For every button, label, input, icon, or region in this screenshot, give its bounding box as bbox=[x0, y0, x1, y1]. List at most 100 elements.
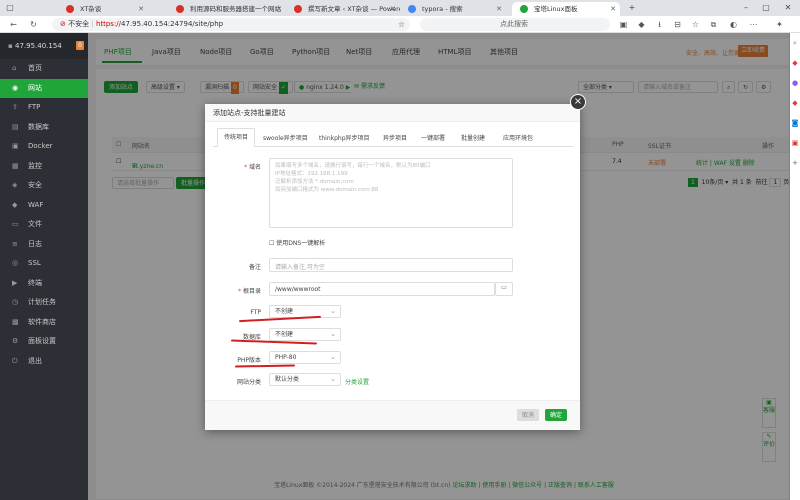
browser-tab-2[interactable]: 利用源码和服务器搭建一个网站 ✕ bbox=[168, 2, 286, 16]
favorite-star-icon[interactable]: ☆ bbox=[396, 19, 407, 30]
sidebar-item-security[interactable]: ◈ 安全 bbox=[0, 176, 88, 196]
browser-tab-3[interactable]: 撰写新文章 ‹ XT杂谈 — Powered ✕ bbox=[286, 2, 400, 16]
sidebar-item-database[interactable]: ▤ 数据库 bbox=[0, 118, 88, 138]
php-version-select[interactable]: PHP-80 ⌄ bbox=[269, 351, 341, 364]
docker-icon: ▣ bbox=[12, 142, 19, 150]
tab-close-icon[interactable]: ✕ bbox=[390, 2, 396, 16]
side-games-icon[interactable]: ◆ bbox=[790, 93, 800, 113]
dialog-tabs: 传统项目 swoole异步项目 thinkphp异步项目 异步项目 一键部署 批… bbox=[213, 128, 573, 147]
profile-icon[interactable]: ◐ bbox=[728, 19, 739, 30]
sidebar-item-logout[interactable]: ⏻ 退出 bbox=[0, 352, 88, 372]
annotation-underline bbox=[234, 364, 296, 368]
tab-close-icon[interactable]: ✕ bbox=[138, 2, 144, 16]
sidebar-item-ftp[interactable]: ⇪ FTP bbox=[0, 98, 88, 118]
confirm-button[interactable]: 确定 bbox=[545, 409, 568, 421]
extension-icon[interactable]: ◆ bbox=[636, 19, 647, 30]
category-settings-link[interactable]: 分类设置 bbox=[345, 377, 369, 386]
tab-close-icon[interactable]: ✕ bbox=[276, 2, 282, 16]
tab-favicon-icon bbox=[408, 5, 416, 13]
collections-icon[interactable]: ⧉ bbox=[708, 19, 719, 30]
side-shopping-icon[interactable]: ● bbox=[790, 73, 800, 93]
tab-close-icon[interactable]: ✕ bbox=[610, 2, 616, 16]
sidebar-item-label: WAF bbox=[28, 200, 44, 209]
minimize-icon[interactable]: – bbox=[740, 2, 752, 14]
browser-tab-4[interactable]: typora - 搜索 ✕ bbox=[400, 2, 506, 16]
sidebar-item-docker[interactable]: ▣ Docker bbox=[0, 137, 88, 157]
tab-app-env[interactable]: 应用环境包 bbox=[503, 133, 533, 142]
tab-swoole[interactable]: swoole异步项目 bbox=[263, 133, 308, 142]
notice-badge[interactable]: 0 bbox=[76, 41, 84, 50]
folder-icon: ▭ bbox=[12, 220, 19, 228]
ssl-icon: ◎ bbox=[12, 259, 19, 267]
tab-traditional[interactable]: 传统项目 bbox=[217, 128, 256, 147]
category-label: 网站分类 bbox=[236, 379, 261, 386]
add-site-dialog: 添加站点-支持批量建站 传统项目 swoole异步项目 thinkphp异步项目… bbox=[205, 104, 580, 430]
ftp-icon: ⇪ bbox=[12, 103, 18, 111]
log-icon: ≡ bbox=[12, 239, 18, 248]
sidebar-item-website[interactable]: ◉ 网站 bbox=[0, 78, 88, 98]
tab-close-icon[interactable]: ✕ bbox=[496, 2, 502, 16]
sidebar-item-settings[interactable]: ⚙ 面板设置 bbox=[0, 332, 88, 352]
sidebar-item-store[interactable]: ▩ 软件商店 bbox=[0, 313, 88, 333]
sidebar-item-monitor[interactable]: ▦ 监控 bbox=[0, 157, 88, 177]
sidebar-item-waf[interactable]: ◆ WAF bbox=[0, 196, 88, 216]
split-icon[interactable]: ⊟ bbox=[672, 19, 683, 30]
tab-favicon-icon bbox=[520, 5, 528, 13]
window-menu-icon[interactable]: ▢ bbox=[4, 2, 16, 14]
back-icon[interactable]: ← bbox=[8, 19, 19, 30]
category-value: 默认分类 bbox=[275, 376, 300, 383]
copilot-icon[interactable]: ✦ bbox=[774, 19, 785, 30]
tab-favicon-icon bbox=[294, 5, 302, 13]
database-select[interactable]: 不创建 ⌄ bbox=[269, 328, 341, 341]
download-icon[interactable]: ⭳ bbox=[654, 19, 665, 30]
insecure-warning-icon: ⊘ bbox=[60, 20, 66, 28]
sidebar-item-files[interactable]: ▭ 文件 bbox=[0, 215, 88, 235]
side-outlook-icon[interactable]: ◙ bbox=[790, 113, 800, 133]
refresh-icon[interactable]: ↻ bbox=[28, 19, 39, 30]
reader-icon[interactable]: ▣ bbox=[618, 19, 629, 30]
domain-label-text: 域名 bbox=[248, 164, 261, 171]
side-tools-icon[interactable]: ◆ bbox=[790, 53, 800, 73]
more-icon[interactable]: ⋯ bbox=[748, 19, 759, 30]
maximize-icon[interactable]: ▢ bbox=[760, 2, 772, 14]
database-icon: ▤ bbox=[12, 122, 19, 131]
browser-tab-1[interactable]: XT杂谈 ✕ bbox=[58, 2, 148, 16]
tab-thinkphp[interactable]: thinkphp异步项目 bbox=[319, 133, 370, 142]
sidebar-item-home[interactable]: ⌂ 首页 bbox=[0, 59, 88, 79]
new-tab-icon[interactable]: + bbox=[626, 2, 638, 14]
tab-label: typora - 搜索 bbox=[422, 5, 463, 13]
sidebar-item-label: 网站 bbox=[28, 83, 42, 92]
favorites-icon[interactable]: ☆ bbox=[690, 19, 701, 30]
tab-async[interactable]: 异步项目 bbox=[383, 133, 407, 142]
side-office-icon[interactable]: ▣ bbox=[790, 133, 800, 153]
dns-checkbox-row[interactable]: ☐ 使用DNS一键解析 bbox=[269, 238, 325, 247]
browser-tab-5[interactable]: 宝塔Linux面板 ✕ bbox=[512, 2, 620, 16]
remark-input[interactable]: 请输入备注,可为空 bbox=[269, 258, 513, 272]
sidebar-item-logs[interactable]: ≡ 日志 bbox=[0, 235, 88, 255]
root-dir-input[interactable]: /www/wwwroot bbox=[269, 282, 495, 296]
sidebar-item-cron[interactable]: ◷ 计划任务 bbox=[0, 293, 88, 313]
waf-icon: ◆ bbox=[12, 200, 18, 209]
category-select[interactable]: 默认分类 ⌄ bbox=[269, 373, 341, 386]
dialog-close-button[interactable]: × bbox=[570, 94, 586, 110]
server-ip: 47.95.40.154 bbox=[14, 42, 62, 50]
tab-batch[interactable]: 批量创建 bbox=[461, 133, 485, 142]
domain-textarea[interactable]: 如果填写多个域名，请换行填写，每行一个域名，默认为80端口 IP地址格式：192… bbox=[269, 158, 513, 228]
cancel-button[interactable]: 取消 bbox=[517, 409, 540, 421]
domain-hint-line: IP地址格式：192.168.1.199 bbox=[275, 171, 348, 177]
tab-one-click[interactable]: 一键部署 bbox=[421, 133, 445, 142]
database-value: 不创建 bbox=[275, 331, 294, 338]
side-add-icon[interactable]: + bbox=[790, 153, 800, 173]
sidebar-item-terminal[interactable]: ▶ 终端 bbox=[0, 274, 88, 294]
url-bar[interactable]: ⊘ 不安全 | https://47.95.40.154:24794/site/… bbox=[52, 18, 410, 31]
sidebar-item-label: 计划任务 bbox=[28, 298, 56, 306]
root-label-text: 根目录 bbox=[242, 288, 261, 295]
side-search-icon[interactable]: ⌕ bbox=[790, 33, 800, 53]
tab-favicon-icon bbox=[176, 5, 184, 13]
root-dir-value: /www/wwwroot bbox=[275, 286, 321, 293]
sidebar-item-ssl[interactable]: ◎ SSL bbox=[0, 254, 88, 274]
folder-browse-icon[interactable]: ▭ bbox=[495, 282, 513, 296]
browser-search-box[interactable]: 点此搜索 bbox=[420, 18, 610, 31]
php-version-value: PHP-80 bbox=[275, 354, 297, 361]
close-window-icon[interactable]: ✕ bbox=[782, 2, 794, 14]
